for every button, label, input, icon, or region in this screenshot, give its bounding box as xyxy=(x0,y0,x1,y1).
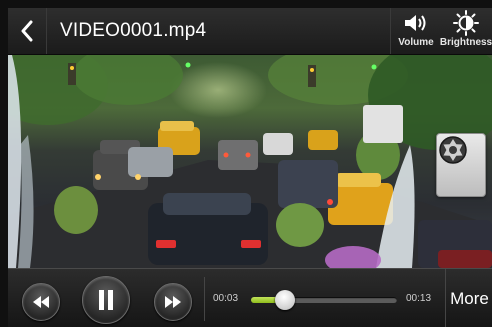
video-frame[interactable] xyxy=(8,55,492,268)
current-time: 00:03 xyxy=(213,293,239,304)
pause-icon xyxy=(99,290,113,310)
back-button[interactable] xyxy=(8,8,47,54)
playback-controls: 00:03 00:13 More xyxy=(8,268,492,327)
sun-icon xyxy=(453,10,479,36)
video-player: VIDEO0001.mp4 Volume Brightness 00:03 00… xyxy=(8,8,492,327)
chevron-left-icon xyxy=(21,20,33,42)
fast-forward-button[interactable] xyxy=(154,283,192,321)
speaker-icon xyxy=(405,15,426,31)
video-scene-image xyxy=(8,55,492,268)
brightness-button[interactable]: Brightness xyxy=(439,8,492,54)
volume-button[interactable]: Volume xyxy=(390,8,441,54)
seek-bar[interactable] xyxy=(251,290,397,310)
camera-shutter-icon xyxy=(439,136,467,164)
divider xyxy=(204,277,205,321)
pause-button[interactable] xyxy=(82,276,130,324)
top-bar: VIDEO0001.mp4 Volume Brightness xyxy=(8,8,492,55)
rewind-icon xyxy=(33,296,49,308)
more-button[interactable]: More xyxy=(445,269,492,327)
video-title: VIDEO0001.mp4 xyxy=(60,20,207,41)
total-time: 00:13 xyxy=(406,293,432,304)
snapshot-button[interactable] xyxy=(436,133,486,197)
volume-label: Volume xyxy=(398,37,434,48)
rewind-button[interactable] xyxy=(22,283,60,321)
seek-thumb[interactable] xyxy=(274,290,295,310)
fast-forward-icon xyxy=(165,296,181,308)
brightness-label: Brightness xyxy=(439,37,492,48)
